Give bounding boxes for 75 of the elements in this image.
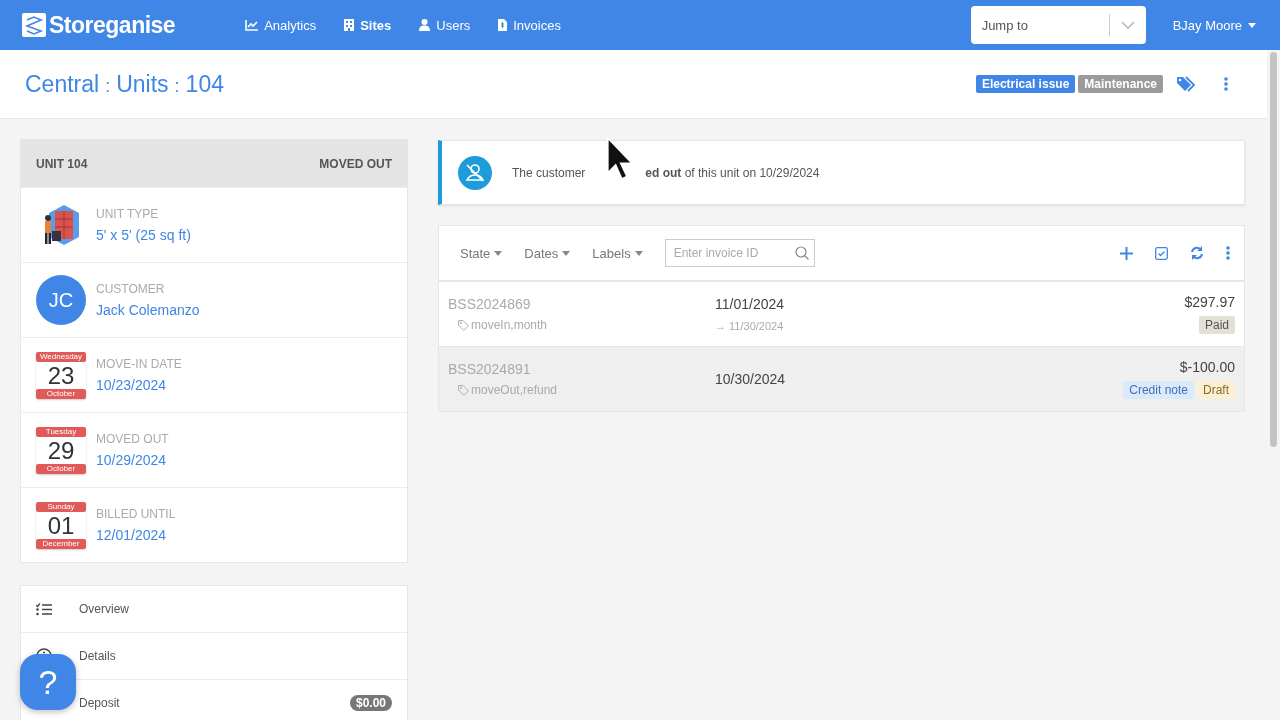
invoice-tags: moveOut,refund <box>471 383 558 397</box>
tags-icon[interactable] <box>1177 76 1196 92</box>
invoice-tags: moveIn,month <box>471 318 548 332</box>
breadcrumb-separator: : <box>174 75 180 97</box>
calendar-icon: Tuesday 29 October <box>36 426 86 474</box>
jump-to-field[interactable]: Jump to <box>970 6 1146 44</box>
field-value: 12/01/2024 <box>96 527 168 543</box>
breadcrumb-item[interactable]: Central <box>25 70 100 98</box>
label-tag: Electrical issue <box>975 75 1076 93</box>
field-value[interactable]: 5' x 5' (25 sq ft) <box>96 227 191 243</box>
tag-icon <box>458 384 469 396</box>
building-icon <box>344 19 355 31</box>
caret-icon <box>634 250 643 256</box>
invoice-row[interactable]: BSS2024891 moveOut,refund 10/30/2024 $-100.00 Credit note Draft <box>439 346 1244 411</box>
add-icon[interactable] <box>1120 246 1133 260</box>
field-value: 10/23/2024 <box>96 377 168 393</box>
calendar-icon: Wednesday 23 October <box>36 351 86 399</box>
help-button[interactable]: ? <box>20 654 76 710</box>
logo-icon <box>22 13 46 37</box>
menu-item[interactable]: Details <box>79 649 116 663</box>
caret-icon <box>494 250 503 256</box>
menu-item[interactable]: Deposit <box>79 696 120 710</box>
checklist-icon <box>36 602 52 616</box>
tag-icon <box>458 319 469 331</box>
breadcrumb-item: 104 <box>185 70 224 98</box>
unit-title: UNIT 104 <box>36 156 88 171</box>
search-icon <box>794 246 809 260</box>
nav-link[interactable]: Users <box>405 0 485 50</box>
breadcrumb-item[interactable]: Units <box>116 70 169 98</box>
invoice-date: 10/30/2024 <box>715 371 787 387</box>
caret-icon <box>1248 22 1256 28</box>
invoice-amount: $-100.00 <box>1179 359 1235 375</box>
user-menu[interactable]: BJay Moore <box>1172 17 1256 33</box>
filter-dropdown[interactable]: Dates <box>524 245 571 261</box>
unit-status: MOVED OUT <box>319 156 392 171</box>
status-badge: Draft <box>1197 381 1235 399</box>
chart-icon <box>245 19 259 31</box>
customer-avatar: JC <box>36 275 86 325</box>
checkbox-icon[interactable] <box>1155 246 1168 260</box>
brand-name: Storeganise <box>49 11 176 39</box>
person-off-icon <box>458 155 492 190</box>
alert-message: ed out of this unit on 10/29/2024 <box>645 165 820 180</box>
document-icon <box>498 19 508 31</box>
invoice-end-date: → 11/30/2024 <box>715 320 785 332</box>
status-badge: Paid <box>1198 316 1235 334</box>
refresh-icon[interactable] <box>1190 246 1204 260</box>
more-options-icon[interactable] <box>1226 246 1230 260</box>
menu-item[interactable]: Overview <box>79 602 129 616</box>
field-value: 10/29/2024 <box>96 452 168 468</box>
caret-icon <box>562 250 571 256</box>
field-label: MOVE-IN DATE <box>96 357 182 371</box>
user-icon <box>419 19 431 31</box>
invoice-id: BSS2024891 <box>448 361 532 377</box>
invoice-date: 11/01/2024 <box>715 296 786 312</box>
filter-dropdown[interactable]: State <box>460 245 503 261</box>
field-label: BILLED UNTIL <box>96 507 176 521</box>
status-badge: Credit note <box>1123 381 1194 399</box>
field-label: MOVED OUT <box>96 432 169 446</box>
field-label: CUSTOMER <box>96 282 166 296</box>
nav-link[interactable]: Analytics <box>231 0 331 50</box>
nav-link[interactable]: Invoices <box>484 0 575 50</box>
invoice-amount: $297.97 <box>1184 294 1235 310</box>
scrollbar-thumb[interactable] <box>1270 52 1277 447</box>
alert-message: The customer <box>512 165 586 180</box>
label-tag: Maintenance <box>1078 75 1163 93</box>
calendar-icon: Sunday 01 December <box>36 501 86 549</box>
more-options-icon[interactable] <box>1224 77 1228 91</box>
amount-badge: $0.00 <box>349 695 392 711</box>
invoice-id: BSS2024869 <box>448 296 532 312</box>
nav-link[interactable]: Sites <box>330 0 406 50</box>
field-value[interactable]: Jack Colemanzo <box>96 302 200 318</box>
breadcrumb-separator: : <box>105 75 111 97</box>
field-label: UNIT TYPE <box>96 207 160 221</box>
filter-dropdown[interactable]: Labels <box>592 245 643 261</box>
invoice-search-field[interactable]: Enter invoice ID <box>664 239 815 267</box>
